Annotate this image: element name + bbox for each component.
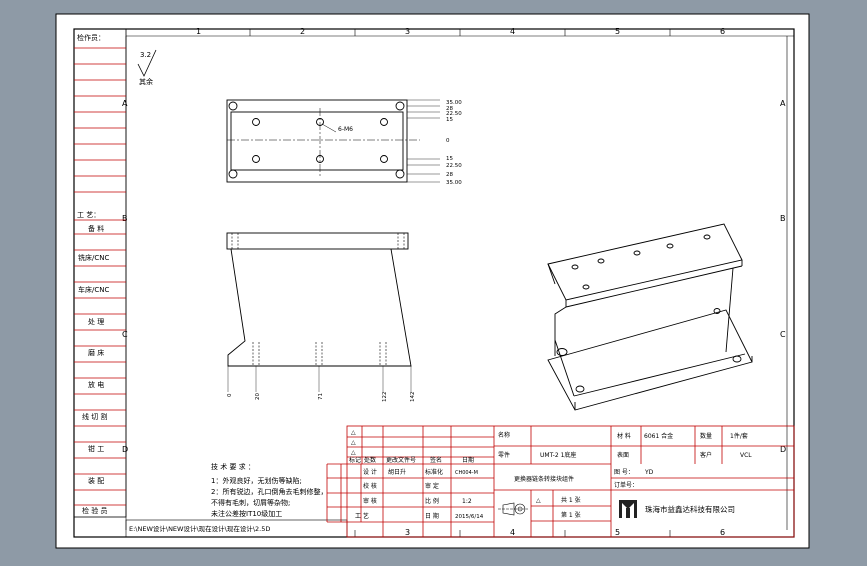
step-milling: 铣床/CNC <box>78 253 109 262</box>
step-grinding: 磨 床 <box>88 348 104 357</box>
rev-mark-1: △ <box>351 429 356 436</box>
front-dim-0: 0 <box>227 393 233 397</box>
standard-label: 标准化 <box>425 468 443 476</box>
company-logo-icon <box>619 500 637 518</box>
process-label: 工 艺： <box>77 211 100 219</box>
front-dim-1: 20 <box>255 393 261 400</box>
row-marker-a-right: A <box>780 99 786 108</box>
check-label: 校 核 <box>363 482 377 490</box>
approve-label: 审 核 <box>363 497 377 505</box>
hole-callout: 6-M6 <box>338 126 353 133</box>
roughness-value: 3.2 <box>140 51 151 59</box>
company-name: 珠海市益鑫达科技有限公司 <box>645 504 735 514</box>
front-dim-2: 71 <box>318 393 324 400</box>
step-edm: 放 电 <box>88 380 104 389</box>
cad-drawing-viewport: 1 2 3 4 5 6 3 4 5 6 A B C D A B C D 检作员：… <box>0 0 867 562</box>
date-value: 2015/6/14 <box>455 514 484 520</box>
row-marker-a: A <box>122 99 128 108</box>
tech-line-2: 2：所有锐边，孔口倒角去毛刺修整， <box>211 487 327 496</box>
qty-value: 1件/套 <box>730 432 748 440</box>
drawing-no-label: 图 号： <box>614 469 634 476</box>
col-marker-5: 5 <box>615 27 620 36</box>
scale-label: 比 例 <box>425 497 439 505</box>
sheet-this: 第 1 张 <box>561 511 581 519</box>
part-no-label: 零件 <box>498 451 510 459</box>
projection-label: △ <box>536 497 541 504</box>
top-dim-3: 15 <box>446 117 453 123</box>
tech-line-1: 1：外观良好，无划伤等缺陷; <box>211 476 302 485</box>
customer-value: VCL <box>740 452 752 459</box>
row-marker-c: C <box>122 330 128 339</box>
top-dim-6: 22.50 <box>446 163 462 169</box>
top-dim-5: 15 <box>446 156 453 162</box>
file-path: E:\NEW设计\NEW设计\现在设计\现在设计\2.5D <box>129 524 270 533</box>
standard-value: CH004-M <box>455 470 478 476</box>
col-marker-4: 4 <box>510 27 515 36</box>
rev-header-date: 日期 <box>462 456 474 464</box>
col-marker-2: 2 <box>300 27 305 36</box>
step-fitter: 钳 工 <box>88 444 104 453</box>
row-marker-d: D <box>122 445 128 454</box>
step-assembly: 装 配 <box>88 476 104 485</box>
row-marker-b-right: B <box>780 214 786 223</box>
order-no-label: 订单号： <box>614 481 638 489</box>
tech-line-4: 未注公差按IT10级加工 <box>211 509 282 518</box>
col-marker-5-bottom: 5 <box>615 528 620 537</box>
designer-value: 胡日升 <box>388 468 406 476</box>
top-dim-4: 0 <box>446 138 450 144</box>
step-inspector: 检 验 员 <box>82 506 107 515</box>
step-lathe: 车床/CNC <box>78 285 109 294</box>
step-wire-cut: 线 切 割 <box>82 412 107 421</box>
sheet-total: 共 1 张 <box>561 496 581 504</box>
material-value: 6061 合金 <box>644 432 673 440</box>
rev-mark-2: △ <box>351 439 356 446</box>
rev-header-count: 处数 <box>364 456 376 464</box>
row-marker-c-right: C <box>780 330 786 339</box>
top-dim-8: 35.00 <box>446 180 462 186</box>
row-marker-b: B <box>122 214 128 223</box>
review-label: 审 定 <box>425 482 439 490</box>
tech-line-3: 不得有毛刺，切屑等杂物; <box>211 498 290 507</box>
date-label: 日 期 <box>425 512 439 520</box>
front-dim-4: 142 <box>410 392 416 403</box>
step-material: 备 料 <box>88 224 104 233</box>
customer-label: 客户 <box>700 451 712 459</box>
col-marker-1: 1 <box>196 27 201 36</box>
drawing-no-value: YD <box>644 469 654 476</box>
material-label: 材 料 <box>617 432 631 440</box>
tech-title: 技 术 要 求 ： <box>211 462 255 471</box>
front-dim-3: 122 <box>382 392 388 403</box>
project-title: 更换器链条转接块组件 <box>514 475 574 483</box>
col-marker-6: 6 <box>720 27 725 36</box>
rev-header-docno: 更改文件号 <box>386 456 416 464</box>
col-marker-4-bottom: 4 <box>510 528 515 537</box>
step-treatment: 处 理 <box>88 317 104 326</box>
col-marker-3-bottom: 3 <box>405 528 410 537</box>
rev-mark-3: △ <box>351 449 356 456</box>
roughness-note: 其余 <box>139 77 153 86</box>
designer-label: 设 计 <box>363 468 377 476</box>
surface-label: 表面 <box>617 451 629 459</box>
qty-label: 数量 <box>700 432 712 440</box>
scale-value: 1:2 <box>462 498 472 505</box>
part-name: UMT-2 1底座 <box>540 451 576 459</box>
top-dim-7: 28 <box>446 172 453 178</box>
drawing-sheet: 1 2 3 4 5 6 3 4 5 6 A B C D A B C D 检作员：… <box>55 13 810 549</box>
inspector-header: 检作员： <box>77 33 105 42</box>
rev-header-sign: 签名 <box>430 456 442 464</box>
col-marker-6-bottom: 6 <box>720 528 725 537</box>
process-label-tb: 工 艺 <box>355 512 369 520</box>
rev-header-mark: 标记 <box>349 456 361 464</box>
name-label: 名称 <box>498 431 510 439</box>
col-marker-3: 3 <box>405 27 410 36</box>
